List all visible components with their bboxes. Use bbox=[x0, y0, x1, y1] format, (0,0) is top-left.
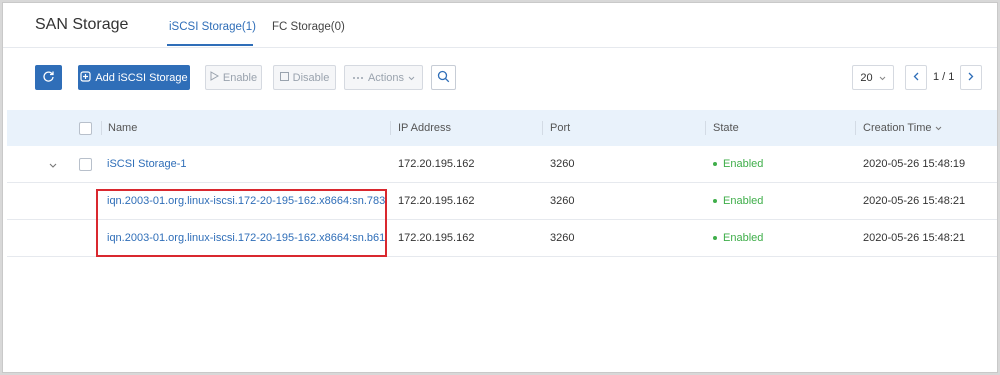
previous-page-button[interactable] bbox=[905, 65, 927, 90]
status-badge: Enabled bbox=[713, 158, 763, 170]
column-header-state[interactable]: State bbox=[713, 122, 739, 134]
tab-fc-storage[interactable]: FC Storage(0) bbox=[272, 21, 345, 33]
select-all-checkbox[interactable] bbox=[79, 122, 92, 135]
creation-time-cell: 2020-05-26 15:48:21 bbox=[863, 195, 966, 207]
actions-label: Actions bbox=[367, 71, 405, 84]
port-cell: 3260 bbox=[550, 232, 575, 244]
creation-time-cell: 2020-05-26 15:48:19 bbox=[863, 158, 966, 170]
next-page-button[interactable] bbox=[960, 65, 982, 90]
page-title: SAN Storage bbox=[35, 16, 129, 33]
search-button[interactable] bbox=[431, 65, 456, 90]
page-indicator: 1 / 1 bbox=[933, 71, 955, 83]
column-divider bbox=[101, 121, 102, 135]
actions-dropdown[interactable]: Actions bbox=[344, 65, 423, 90]
sort-chevron-down-icon bbox=[935, 122, 942, 134]
status-label: Enabled bbox=[723, 158, 764, 170]
square-icon bbox=[279, 71, 289, 84]
chevron-left-icon bbox=[913, 72, 919, 84]
creation-time-label: Creation Time bbox=[863, 122, 932, 134]
search-icon bbox=[437, 70, 450, 86]
expand-chevron-down-icon[interactable] bbox=[49, 160, 57, 172]
disable-button[interactable]: Disable bbox=[273, 65, 336, 90]
table-row[interactable]: iqn.2003-01.org.linux-iscsi.172-20-195-1… bbox=[7, 183, 997, 220]
ip-address-cell: 172.20.195.162 bbox=[398, 158, 475, 170]
add-iscsi-storage-button[interactable]: Add iSCSI Storage bbox=[78, 65, 190, 90]
ip-address-cell: 172.20.195.162 bbox=[398, 195, 475, 207]
creation-time-cell: 2020-05-26 15:48:21 bbox=[863, 232, 966, 244]
column-header-creation-time[interactable]: Creation Time bbox=[863, 122, 942, 134]
status-badge: Enabled bbox=[713, 232, 763, 244]
add-button-label: Add iSCSI Storage bbox=[95, 71, 188, 84]
dots-icon bbox=[352, 72, 364, 84]
table-row[interactable]: iSCSI Storage-1 172.20.195.162 3260 Enab… bbox=[7, 146, 997, 183]
port-cell: 3260 bbox=[550, 158, 575, 170]
table-row[interactable]: iqn.2003-01.org.linux-iscsi.172-20-195-1… bbox=[7, 220, 997, 257]
column-divider bbox=[390, 121, 391, 135]
status-badge: Enabled bbox=[713, 195, 763, 207]
play-icon bbox=[210, 71, 219, 84]
refresh-button[interactable] bbox=[35, 65, 62, 90]
column-divider bbox=[705, 121, 706, 135]
enable-button-label: Enable bbox=[222, 71, 258, 84]
column-header-ip-address[interactable]: IP Address bbox=[398, 122, 451, 134]
column-header-name[interactable]: Name bbox=[108, 122, 137, 134]
enable-button[interactable]: Enable bbox=[205, 65, 262, 90]
port-cell: 3260 bbox=[550, 195, 575, 207]
ip-address-cell: 172.20.195.162 bbox=[398, 232, 475, 244]
plus-icon bbox=[80, 70, 91, 85]
tab-iscsi-storage[interactable]: iSCSI Storage(1) bbox=[169, 21, 256, 33]
storage-table: Name IP Address Port State Creation Time… bbox=[7, 110, 997, 257]
chevron-down-icon bbox=[408, 72, 415, 84]
main-panel: SAN Storage iSCSI Storage(1) FC Storage(… bbox=[2, 2, 998, 373]
refresh-icon bbox=[42, 70, 55, 86]
page-size-value: 20 bbox=[860, 71, 873, 84]
status-dot-icon bbox=[713, 236, 717, 240]
target-iqn-link[interactable]: iqn.2003-01.org.linux-iscsi.172-20-195-1… bbox=[107, 232, 385, 244]
column-divider bbox=[542, 121, 543, 135]
status-dot-icon bbox=[713, 199, 717, 203]
chevron-right-icon bbox=[968, 72, 974, 84]
column-header-port[interactable]: Port bbox=[550, 122, 570, 134]
active-tab-indicator bbox=[167, 44, 253, 46]
toolbar: Add iSCSI Storage Enable Disable Actions bbox=[3, 65, 997, 93]
disable-button-label: Disable bbox=[292, 71, 330, 84]
target-iqn-link[interactable]: iqn.2003-01.org.linux-iscsi.172-20-195-1… bbox=[107, 195, 385, 207]
status-dot-icon bbox=[713, 162, 717, 166]
status-label: Enabled bbox=[723, 195, 764, 207]
status-label: Enabled bbox=[723, 232, 764, 244]
chevron-down-icon bbox=[879, 72, 886, 84]
column-divider bbox=[855, 121, 856, 135]
page-header: SAN Storage iSCSI Storage(1) FC Storage(… bbox=[3, 3, 997, 48]
page-size-select[interactable]: 20 bbox=[852, 65, 894, 90]
table-header: Name IP Address Port State Creation Time bbox=[7, 110, 997, 146]
storage-name-link[interactable]: iSCSI Storage-1 bbox=[107, 158, 186, 170]
row-checkbox[interactable] bbox=[79, 158, 92, 171]
